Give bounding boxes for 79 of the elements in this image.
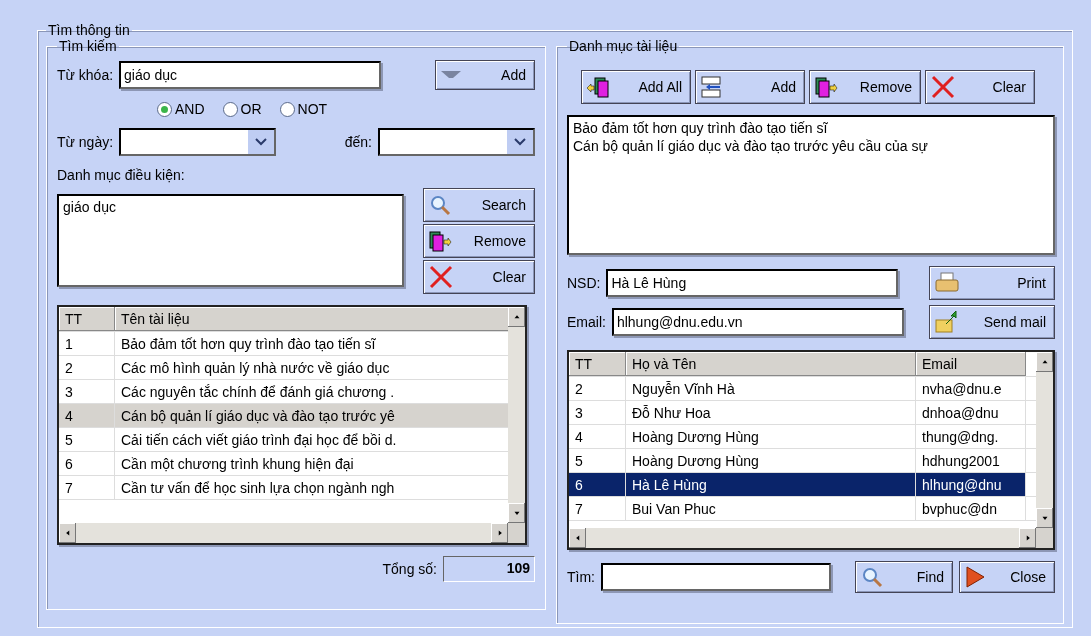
search-icon xyxy=(428,193,452,217)
scroll-up-button[interactable] xyxy=(1036,352,1053,372)
conditions-list[interactable]: giáo dục xyxy=(57,194,404,287)
user-field[interactable]: Hà Lê Hùng xyxy=(606,269,899,297)
keyword-field[interactable]: giáo dục xyxy=(119,61,382,89)
scroll-right-button[interactable] xyxy=(491,523,508,543)
scroll-left-button[interactable] xyxy=(59,523,76,543)
horizontal-scrollbar[interactable] xyxy=(59,523,508,543)
column-header[interactable]: TT xyxy=(59,307,115,331)
table-cell: Cán bộ quản lí giáo dục và đào tạo trước yê xyxy=(115,404,508,427)
column-header[interactable]: TT xyxy=(569,352,626,376)
documents-list[interactable]: Bảo đảm tốt hơn quy trình đào tạo tiến sĩ Cán bộ quản lí giáo dục và đào tạo trước yêu cầu của sự xyxy=(567,115,1055,255)
find-button[interactable]: Find xyxy=(855,561,953,593)
email-field[interactable]: hlhung@dnu.edu.vn xyxy=(611,308,904,336)
add-all-button[interactable]: Add All xyxy=(581,70,691,104)
print-button[interactable]: Print xyxy=(929,266,1055,300)
list-item[interactable]: Bảo đảm tốt hơn quy trình đào tạo tiến sĩ xyxy=(573,119,1049,137)
folder-arrow-icon xyxy=(934,310,958,334)
chevron-down-icon xyxy=(255,138,268,146)
date-dropdown[interactable] xyxy=(378,128,535,156)
group-title: Danh mục tài liệu xyxy=(568,38,679,54)
field-label: Tìm: xyxy=(567,569,595,585)
vertical-scrollbar[interactable] xyxy=(1036,352,1053,528)
funnel-icon xyxy=(440,69,462,81)
scroll-down-button[interactable] xyxy=(508,503,525,523)
pages-arrow-icon xyxy=(814,76,838,98)
list-item[interactable]: giáo dục xyxy=(63,198,398,216)
send-mail-button[interactable]: Send mail xyxy=(929,305,1055,339)
search-icon xyxy=(860,565,884,589)
scroll-right-button[interactable] xyxy=(1019,528,1036,548)
field-label: Danh mục điều kiện: xyxy=(57,167,186,183)
find-field[interactable] xyxy=(601,563,831,591)
group-title: Tìm thông tin xyxy=(47,22,131,38)
printer-icon xyxy=(934,271,960,295)
scroll-down-button[interactable] xyxy=(1036,508,1053,528)
list-arrow-icon xyxy=(700,75,724,99)
radio-option[interactable]: NOT xyxy=(279,101,328,117)
radio-button[interactable] xyxy=(222,101,238,117)
scrollbar-corner xyxy=(508,523,525,543)
table-cell: 4 xyxy=(59,404,115,427)
field-label: đến: xyxy=(344,134,372,150)
column-header[interactable]: Tên tài liệu xyxy=(115,307,508,331)
table-cell: hlhung@dnu xyxy=(916,473,1026,496)
search-button[interactable]: Search xyxy=(423,188,535,222)
vertical-scrollbar[interactable] xyxy=(508,307,525,523)
date-dropdown[interactable] xyxy=(119,128,277,156)
field-label: Từ ngày: xyxy=(57,134,114,150)
close-button[interactable]: Close xyxy=(959,561,1055,593)
remove-button[interactable]: Remove xyxy=(809,70,921,104)
total-label: Tổng số: xyxy=(382,561,437,577)
total-value: 109 xyxy=(443,556,535,582)
field-label: Từ khóa: xyxy=(57,67,114,83)
radio-option[interactable]: OR xyxy=(222,101,262,117)
field-label: Email: xyxy=(567,314,606,330)
group-title: Tìm kiếm xyxy=(58,38,118,54)
scrollbar-corner xyxy=(1036,528,1053,548)
radio-button[interactable] xyxy=(157,101,172,117)
add-button[interactable]: Add xyxy=(435,60,535,90)
table-cell: Hà Lê Hùng xyxy=(626,473,916,496)
table-cell: 6 xyxy=(569,473,626,496)
scroll-up-button[interactable] xyxy=(508,307,525,327)
remove-button[interactable]: Remove xyxy=(423,224,535,258)
clear-button[interactable]: Clear xyxy=(423,260,535,294)
field-label: NSD: xyxy=(567,275,601,291)
radio-option[interactable]: AND xyxy=(157,101,205,117)
chevron-down-icon xyxy=(514,138,526,146)
scroll-left-button[interactable] xyxy=(569,528,586,548)
close-icon xyxy=(930,74,956,100)
radio-button[interactable] xyxy=(279,101,295,117)
column-header[interactable]: Email xyxy=(916,352,1026,376)
list-item[interactable]: Cán bộ quản lí giáo dục và đào tạo trước yêu cầu của sự xyxy=(573,137,1049,155)
add-button[interactable]: Add xyxy=(695,70,805,104)
close-icon xyxy=(428,264,454,290)
clear-button[interactable]: Clear xyxy=(925,70,1035,104)
column-header[interactable]: Họ và Tên xyxy=(626,352,916,376)
pages-arrow-icon xyxy=(586,76,612,98)
play-icon xyxy=(964,565,986,589)
horizontal-scrollbar[interactable] xyxy=(569,528,1036,548)
pages-arrow-icon xyxy=(428,230,452,252)
